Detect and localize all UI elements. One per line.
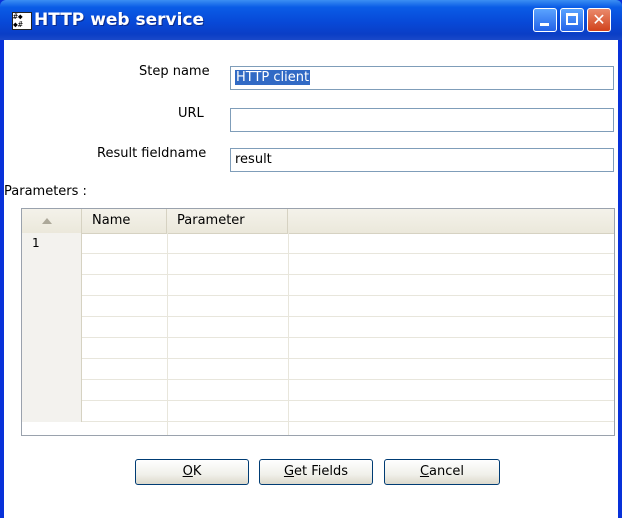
- get-fields-label: et Fields: [294, 464, 349, 479]
- table-row[interactable]: [22, 296, 614, 317]
- maximize-button[interactable]: [560, 8, 584, 32]
- table-row[interactable]: [22, 254, 614, 275]
- minimize-button[interactable]: [533, 8, 557, 32]
- minimize-icon: [540, 23, 549, 26]
- ok-label: K: [192, 464, 202, 479]
- cancel-label: ancel: [429, 464, 465, 479]
- table-row[interactable]: [22, 380, 614, 401]
- ok-accel: O: [182, 464, 193, 479]
- step-name-label: Step name: [139, 64, 210, 79]
- row-number-empty: [22, 380, 82, 401]
- result-fieldname-label: Result fieldname: [97, 146, 207, 161]
- close-button[interactable]: ✕: [587, 8, 611, 32]
- row-number-empty: [22, 317, 82, 338]
- ok-button[interactable]: OK: [135, 459, 249, 485]
- row-number-empty: [22, 401, 82, 422]
- column-header-name[interactable]: Name: [82, 209, 167, 233]
- result-fieldname-input[interactable]: result: [230, 148, 614, 172]
- dialog-body: Step name HTTP client URL Result fieldna…: [4, 40, 618, 518]
- url-input[interactable]: [230, 108, 614, 132]
- step-name-value: HTTP client: [235, 70, 311, 85]
- parameters-table[interactable]: Name Parameter 1: [21, 208, 615, 436]
- title-bar[interactable]: #◆ ◆# HTTP web service ✕: [0, 0, 622, 40]
- cancel-accel: C: [419, 464, 430, 479]
- row-number: 1: [22, 233, 82, 254]
- table-row[interactable]: [22, 338, 614, 359]
- parameters-label: Parameters :: [4, 184, 87, 199]
- sort-up-icon: [42, 218, 52, 224]
- row-number-empty: [22, 254, 82, 275]
- get-fields-button[interactable]: Get Fields: [259, 459, 373, 485]
- table-row[interactable]: 1: [22, 233, 614, 254]
- row-number-header[interactable]: [22, 209, 82, 233]
- row-number-empty: [22, 338, 82, 359]
- app-icon: #◆ ◆#: [12, 12, 32, 30]
- table-row[interactable]: [22, 317, 614, 338]
- get-fields-accel: G: [283, 464, 295, 479]
- row-number-empty: [22, 275, 82, 296]
- url-label: URL: [178, 106, 204, 121]
- table-row[interactable]: [22, 401, 614, 422]
- row-number-empty: [22, 296, 82, 317]
- cancel-button[interactable]: Cancel: [384, 459, 500, 485]
- maximize-icon: [566, 13, 578, 25]
- row-number-empty: [22, 359, 82, 380]
- close-icon: ✕: [592, 10, 606, 29]
- column-header-parameter[interactable]: Parameter: [167, 209, 288, 233]
- dialog-window: #◆ ◆# HTTP web service ✕ Step name HTTP c…: [0, 0, 622, 518]
- table-row[interactable]: [22, 359, 614, 380]
- table-row[interactable]: [22, 275, 614, 296]
- window-title: HTTP web service: [34, 10, 205, 30]
- step-name-input[interactable]: HTTP client: [230, 66, 614, 90]
- table-header: Name Parameter: [22, 209, 614, 234]
